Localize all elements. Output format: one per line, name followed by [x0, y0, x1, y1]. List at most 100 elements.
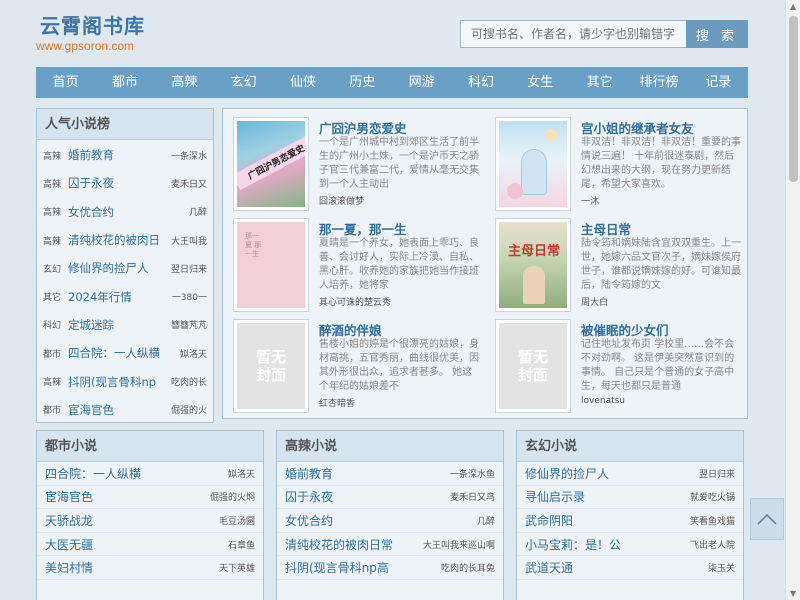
- nav-history[interactable]: 历史: [333, 67, 392, 98]
- list-item[interactable]: 四合院：一人纵横 姒洛天: [37, 462, 263, 486]
- rank-author: 麦禾日又: [170, 179, 207, 190]
- book-title[interactable]: 宫小姐的继承者女友: [581, 118, 694, 137]
- list-item[interactable]: 高辣 女优合约 几醉: [37, 198, 213, 226]
- book-author: 毛豆汤圆: [218, 516, 255, 527]
- scrollbar-thumb[interactable]: [789, 16, 798, 182]
- book-title[interactable]: 武命阴阳: [525, 512, 573, 529]
- book-title[interactable]: 美妇村情: [45, 559, 93, 576]
- book-title[interactable]: 天骄战龙: [45, 512, 93, 529]
- rank-title[interactable]: 2024年行情: [68, 289, 168, 305]
- list-item[interactable]: 婚前教育 一条深水鱼: [277, 462, 503, 486]
- book-cover[interactable]: 广囧沪男恋爱史: [233, 117, 309, 211]
- book-cover[interactable]: [495, 117, 571, 211]
- list-item[interactable]: 科幻 定城迷踪 簪簪芃芃: [37, 311, 213, 339]
- nav-adult[interactable]: 高辣: [155, 67, 214, 98]
- featured-book[interactable]: 主母日常 主母日常 陆令筠和嫡妹陆含宜双双重生。上一世，她嫁六品文官次子，嫡妹嫁…: [487, 214, 749, 314]
- vertical-scrollbar[interactable]: ▲ ▼: [785, 0, 800, 600]
- list-item[interactable]: 修仙界的捡尸人 翌日归来: [517, 462, 743, 486]
- featured-book[interactable]: 宫小姐的继承者女友 非双洁！非双洁！非双洁！重要的事情说三遍！ 十年前很迷泰剧，…: [487, 113, 749, 213]
- search-button[interactable]: 搜 索: [686, 20, 748, 48]
- search-input[interactable]: [460, 20, 686, 48]
- book-title[interactable]: 广囧沪男恋爱史: [319, 118, 407, 137]
- list-item[interactable]: 高辣 清纯校花的被肉日 大王叫我: [37, 226, 213, 254]
- list-item[interactable]: 高辣 婚前教育 一条深水: [37, 141, 213, 169]
- nav-xianxia[interactable]: 仙侠: [273, 67, 332, 98]
- rank-title[interactable]: 女优合约: [68, 204, 185, 220]
- nav-history-record[interactable]: 记录: [689, 67, 748, 98]
- site-logo-title[interactable]: 云霄阁书库: [40, 10, 145, 39]
- rank-title[interactable]: 宦海官色: [68, 402, 167, 418]
- book-title[interactable]: 宦海官色: [45, 488, 93, 505]
- rank-title[interactable]: 定城迷踪: [68, 317, 167, 333]
- book-title[interactable]: 囚于永夜: [285, 488, 333, 505]
- list-item[interactable]: 大医无疆 石章鱼: [37, 533, 263, 557]
- scroll-down-arrow-icon[interactable]: ▼: [790, 589, 796, 598]
- nav-female[interactable]: 女生: [511, 67, 570, 98]
- book-title[interactable]: 修仙界的捡尸人: [525, 465, 609, 482]
- list-item[interactable]: 宦海官色 倔强的火焖: [37, 486, 263, 510]
- book-title[interactable]: 被催眠的少女们: [581, 320, 669, 339]
- scroll-up-arrow-icon[interactable]: ▲: [790, 2, 796, 11]
- nav-home[interactable]: 首页: [36, 67, 95, 98]
- book-title[interactable]: 四合院：一人纵横: [45, 465, 141, 482]
- list-item[interactable]: 小马宝莉：是！公 飞出老人院: [517, 533, 743, 557]
- back-to-top-button[interactable]: [750, 498, 784, 540]
- book-cover[interactable]: 主母日常: [495, 218, 571, 312]
- book-title[interactable]: 醉酒的伴娘: [319, 320, 382, 339]
- book-author: 麦禾日又鸟: [449, 493, 495, 504]
- list-item[interactable]: 高辣 囚于永夜 麦禾日又: [37, 169, 213, 197]
- nav-urban[interactable]: 都市: [95, 67, 154, 98]
- list-item[interactable]: 都市 四合院：一人纵横 姒洛天: [37, 339, 213, 367]
- list-item[interactable]: 武命阴阳 笑看鱼戏猫: [517, 509, 743, 533]
- book-title[interactable]: 武道天通: [525, 559, 573, 576]
- main-nav: 首页 都市 高辣 玄幻 仙侠 历史 网游 科幻 女生 其它 排行榜 记录: [36, 67, 748, 98]
- rank-title[interactable]: 抖阴(现言骨科np: [68, 374, 167, 390]
- book-title[interactable]: 婚前教育: [285, 465, 333, 482]
- book-title[interactable]: 女优合约: [285, 512, 333, 529]
- list-item[interactable]: 女优合约 几醉: [277, 509, 503, 533]
- rank-title[interactable]: 婚前教育: [68, 147, 167, 163]
- rank-title[interactable]: 囚于永夜: [68, 175, 167, 191]
- nav-fantasy[interactable]: 玄幻: [214, 67, 273, 98]
- list-item[interactable]: 都市 宦海官色 倔强的火: [37, 396, 213, 424]
- book-cover[interactable]: 暂无 封面: [233, 319, 309, 413]
- book-cover[interactable]: 那一夏 那一生: [233, 218, 309, 312]
- book-title[interactable]: 清纯校花的被肉日常: [285, 536, 393, 553]
- featured-book[interactable]: 暂无 封面 醉酒的伴娘 售楼小姐的婷是个很漂亮的姑娘，身材高挑，五官秀丽，曲线很…: [225, 315, 487, 415]
- book-description: 陆令筠和嫡妹陆含宜双双重生。上一世，她嫁六品文官次子，嫡妹嫁侯府世子，谁都说嫡妹…: [581, 238, 741, 291]
- featured-book[interactable]: 那一夏 那一生 那一夏，那一生 夏晴是一个养女，她表面上乖巧、良善、会讨好人，实…: [225, 214, 487, 314]
- featured-book[interactable]: 广囧沪男恋爱史 广囧沪男恋爱史 一个是广州城中村到郊区生活了前半生的广州小土妹，…: [225, 113, 487, 213]
- list-item[interactable]: 玄幻 修仙界的捡尸人 翌日归来: [37, 254, 213, 282]
- book-author: 翌日归来: [698, 469, 735, 480]
- featured-books-panel: 广囧沪男恋爱史 广囧沪男恋爱史 一个是广州城中村到郊区生活了前半生的广州小土妹，…: [222, 108, 748, 419]
- book-title[interactable]: 大医无疆: [45, 536, 93, 553]
- nav-other[interactable]: 其它: [570, 67, 629, 98]
- rank-title[interactable]: 四合院：一人纵横: [68, 345, 176, 361]
- book-title[interactable]: 抖阴(现言骨科np高: [285, 559, 389, 576]
- rank-category: 高辣: [43, 179, 62, 190]
- list-item[interactable]: 抖阴(现言骨科np高 吃肉的长耳兔: [277, 556, 503, 580]
- book-title[interactable]: 那一夏，那一生: [319, 219, 407, 238]
- rank-title[interactable]: 清纯校花的被肉日: [68, 232, 167, 248]
- list-item[interactable]: 天骄战龙 毛豆汤圆: [37, 509, 263, 533]
- list-item[interactable]: 其它 2024年行情 一380一: [37, 282, 213, 310]
- book-cover[interactable]: 暂无 封面: [495, 319, 571, 413]
- book-title[interactable]: 寻仙启示录: [525, 488, 585, 505]
- list-item[interactable]: 寻仙启示录 就爱吃火锅: [517, 486, 743, 510]
- rank-title[interactable]: 修仙界的捡尸人: [68, 260, 167, 276]
- list-item[interactable]: 清纯校花的被肉日常 大王叫我来巡山啊: [277, 533, 503, 557]
- nav-scifi[interactable]: 科幻: [451, 67, 510, 98]
- list-item[interactable]: 武道天通 柒玉关: [517, 556, 743, 580]
- list-item[interactable]: 美妇村情 天下英雄: [37, 556, 263, 580]
- book-title[interactable]: 主母日常: [581, 219, 631, 238]
- book-description: 售楼小姐的婷是个很漂亮的姑娘，身材高挑，五官秀丽，曲线很优美，因其外形很出众，追…: [319, 339, 479, 392]
- book-title[interactable]: 小马宝莉：是！公: [525, 536, 621, 553]
- cover-title-text: 主母日常: [507, 244, 560, 259]
- nav-game[interactable]: 网游: [392, 67, 451, 98]
- nav-ranking[interactable]: 排行榜: [629, 67, 688, 98]
- list-item[interactable]: 囚于永夜 麦禾日又鸟: [277, 486, 503, 510]
- featured-book[interactable]: 暂无 封面 被催眠的少女们 记住地址发布页 学校里……会不会不对劲啊。 这是伊美…: [487, 315, 749, 415]
- category-panel-adult: 高辣小说 婚前教育 一条深水鱼 囚于永夜 麦禾日又鸟 女优合约 几醉 清纯校花的被肉日…: [276, 430, 504, 600]
- list-item[interactable]: 高辣 抖阴(现言骨科np 吃肉的长: [37, 367, 213, 395]
- book-author: 一沐: [581, 197, 600, 207]
